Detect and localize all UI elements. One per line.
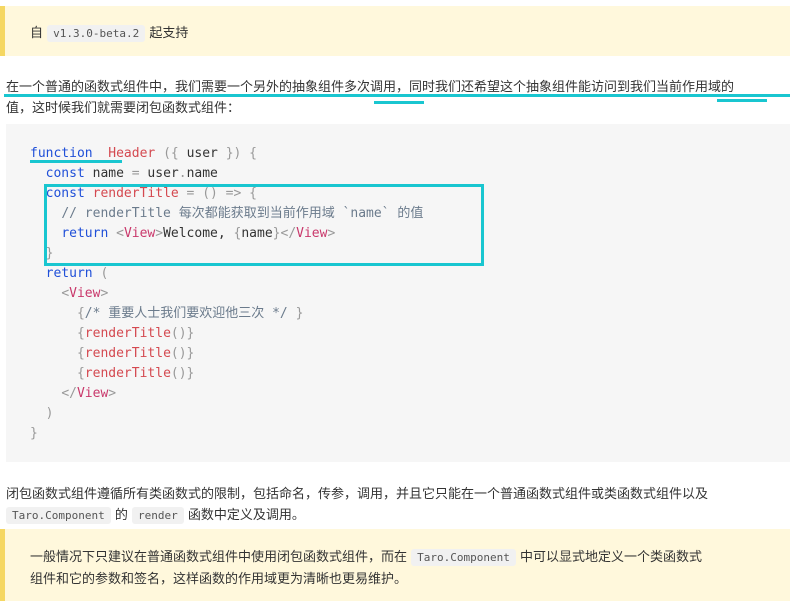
code-token: renderTitle: [84, 346, 171, 361]
outro-line-2: Taro.Component 的 render 函数中定义及调用。: [6, 504, 305, 524]
code-token: }) {: [217, 146, 258, 161]
advice-tip: 一般情况下只建议在普通函数式组件中使用闭包函数式组件，而在 Taro.Compo…: [0, 529, 790, 601]
outro-suffix: 函数中定义及调用。: [187, 508, 305, 523]
tip-suffix: 起支持: [149, 26, 189, 41]
highlight-underline-call: [374, 101, 424, 104]
code-token: {: [76, 366, 85, 381]
code-token: user: [139, 166, 179, 181]
code-token: {: [76, 326, 85, 341]
code-line: <View>: [30, 284, 108, 304]
render-code: render: [132, 507, 184, 524]
code-line: return (: [30, 264, 109, 284]
code-token: >: [108, 386, 117, 401]
advice-prefix: 一般情况下只建议在普通函数式组件中使用闭包函数式组件，而在: [30, 550, 408, 565]
code-line: }: [30, 424, 38, 444]
code-block: function Header ({ user }) { const name …: [6, 124, 790, 462]
code-token: =: [131, 166, 140, 181]
code-token: </: [61, 386, 77, 401]
code-token: ({: [155, 146, 187, 161]
code-token: const: [45, 166, 85, 181]
advice-line-1: 一般情况下只建议在普通函数式组件中使用闭包函数式组件，而在 Taro.Compo…: [30, 546, 703, 566]
code-token: ()}: [170, 346, 195, 361]
outro-line-1: 闭包函数式组件遵循所有类函数式的限制，包括命名，传参，调用，并且它只能在一个普通…: [6, 487, 709, 502]
code-token: function: [30, 146, 93, 161]
highlight-box-render-title: [44, 184, 484, 266]
code-token: ()}: [170, 326, 195, 341]
code-token: }: [287, 306, 304, 321]
code-token: renderTitle: [84, 366, 171, 381]
code-token: name: [84, 166, 132, 181]
code-line: ): [30, 404, 54, 424]
code-token: View: [69, 286, 101, 301]
tip-prefix: 自: [30, 26, 44, 41]
code-line: {renderTitle()}: [30, 364, 194, 384]
code-token: (: [92, 266, 109, 281]
code-token: {: [76, 346, 85, 361]
taro-component-code: Taro.Component: [6, 507, 111, 524]
advice-line-2: 组件和它的参数和签名，这样函数的作用域更为清晰也更易维护。: [30, 572, 408, 587]
code-token: Header: [108, 146, 156, 161]
code-token: /* 重要人士我们要欢迎他三次 */: [84, 306, 288, 321]
code-token: renderTitle: [84, 326, 171, 341]
intro-line-2: 值，这时候我们就需要闭包函数式组件：: [6, 101, 241, 116]
code-token: name: [186, 166, 218, 181]
version-tip-text: 自 v1.3.0-beta.2 起支持: [30, 22, 189, 42]
code-token: }: [30, 426, 38, 441]
advice-suffix: 中可以显式地定义一个类函数式: [520, 550, 703, 565]
code-token: >: [100, 286, 109, 301]
code-line: {renderTitle()}: [30, 324, 194, 344]
outro-of: 的: [114, 508, 128, 523]
code-token: .: [178, 166, 187, 181]
code-line: {renderTitle()}: [30, 344, 194, 364]
advice-code: Taro.Component: [411, 549, 516, 566]
intro-line-1: 在一个普通的函数式组件中，我们需要一个另外的抽象组件多次调用，同时我们还希望这个…: [6, 80, 735, 95]
code-token: {: [76, 306, 85, 321]
highlight-underline-function: [30, 160, 122, 163]
code-line: const name = user.name: [30, 164, 218, 184]
code-token: ): [45, 406, 54, 421]
code-line: </View>: [30, 384, 116, 404]
version-code: v1.3.0-beta.2: [47, 25, 146, 42]
code-line: {/* 重要人士我们要欢迎他三次 */ }: [30, 304, 303, 324]
code-token: <: [61, 286, 70, 301]
code-token: return: [45, 266, 93, 281]
highlight-underline-intro: [4, 94, 790, 97]
code-token: ()}: [170, 366, 195, 381]
code-token: View: [76, 386, 109, 401]
version-tip: 自 v1.3.0-beta.2 起支持: [0, 6, 790, 56]
code-token: user: [186, 146, 218, 161]
highlight-underline-scope: [717, 99, 767, 102]
